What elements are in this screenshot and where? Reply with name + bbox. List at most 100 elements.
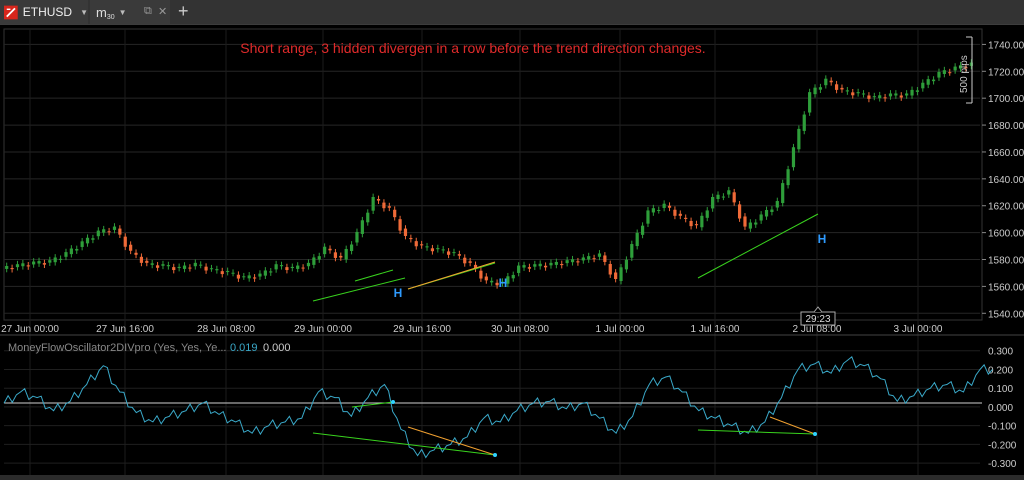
candle-body bbox=[851, 92, 855, 96]
candle-body bbox=[91, 238, 95, 240]
candle-body bbox=[894, 93, 898, 96]
price-tick-label: 1600.00 bbox=[988, 229, 1024, 240]
candle-body bbox=[921, 82, 925, 89]
candle-body bbox=[953, 66, 957, 71]
candle-body bbox=[538, 263, 542, 267]
candle-body bbox=[85, 237, 90, 244]
indicator-value-1: 0.019 bbox=[230, 342, 258, 354]
candle-body bbox=[802, 114, 806, 131]
candle-body bbox=[269, 271, 273, 273]
candle-body bbox=[204, 266, 208, 271]
candle-body bbox=[446, 251, 451, 255]
candle-body bbox=[420, 244, 424, 246]
candle-body bbox=[786, 169, 790, 186]
add-tab-icon[interactable]: + bbox=[178, 1, 189, 22]
indicator-name: MoneyFlowOscillator2DIVpro (Yes, Yes, Ye… bbox=[8, 342, 227, 354]
candle-body bbox=[398, 219, 402, 231]
x-tick-label: 28 Jun 08:00 bbox=[197, 324, 255, 335]
candle-body bbox=[818, 87, 823, 90]
oscillator-tick-label: 0.100 bbox=[988, 384, 1013, 395]
candle-body bbox=[522, 265, 526, 268]
candle-body bbox=[37, 261, 41, 264]
candle-body bbox=[603, 255, 607, 262]
chevron-down-icon[interactable]: ▼ bbox=[119, 8, 127, 17]
candle-body bbox=[549, 262, 553, 266]
candle-body bbox=[371, 196, 375, 211]
price-tick-label: 1540.00 bbox=[988, 309, 1024, 320]
chart-svg[interactable]: 27 Jun 00:00 27 Jun 16:00 28 Jun 08:00 29 J… bbox=[0, 25, 1024, 475]
candle-body bbox=[662, 203, 666, 208]
candle-body bbox=[226, 270, 230, 273]
candle-body bbox=[102, 229, 106, 233]
candle-body bbox=[517, 265, 521, 273]
tab-symbol[interactable]: ETHUSD ▼ bbox=[0, 0, 88, 24]
price-pane bbox=[3, 28, 983, 321]
divergence-marker: H bbox=[818, 232, 827, 246]
oscillator-tick-label: -0.100 bbox=[988, 422, 1017, 433]
candle-body bbox=[425, 246, 429, 248]
candle-body bbox=[565, 260, 569, 264]
external-link-icon[interactable]: ⧉ bbox=[144, 5, 152, 18]
candle-body bbox=[376, 199, 381, 201]
candle-body bbox=[252, 277, 257, 279]
chevron-down-icon[interactable]: ▼ bbox=[80, 8, 88, 17]
candle-body bbox=[651, 208, 655, 213]
candle-body bbox=[387, 206, 391, 208]
close-icon[interactable]: ✕ bbox=[158, 5, 167, 18]
x-tick-label: 2 Jul 08:00 bbox=[793, 324, 842, 335]
candle-body bbox=[306, 262, 311, 267]
candle-body bbox=[667, 205, 672, 208]
candle-body bbox=[58, 258, 63, 260]
candle-body bbox=[543, 265, 548, 268]
candle-body bbox=[64, 252, 68, 257]
candle-body bbox=[123, 236, 127, 247]
divergence-dot bbox=[391, 400, 395, 404]
oscillator-tick-label: -0.200 bbox=[988, 440, 1017, 451]
candle-body bbox=[414, 241, 418, 247]
candle-body bbox=[5, 266, 9, 269]
candle-body bbox=[236, 274, 241, 279]
candle-body bbox=[754, 222, 758, 225]
candle-body bbox=[134, 252, 138, 255]
candle-body bbox=[711, 196, 715, 209]
x-axis-labels: 27 Jun 00:00 27 Jun 16:00 28 Jun 08:00 29 J… bbox=[1, 324, 943, 335]
candle-body bbox=[840, 87, 844, 90]
brand-logo-icon bbox=[4, 5, 18, 19]
trendline-green bbox=[697, 429, 816, 435]
divergence-marker: H bbox=[499, 276, 508, 290]
tab-bar: ETHUSD ▼ m 30 ▼ ⧉ ✕ + bbox=[0, 0, 1024, 25]
divergence-marker: H bbox=[394, 286, 403, 300]
tab-timeframe[interactable]: m 30 ▼ ⧉ ✕ bbox=[90, 0, 170, 24]
candle-body bbox=[107, 231, 111, 233]
candle-body bbox=[883, 97, 887, 99]
price-tick-label: 1580.00 bbox=[988, 256, 1024, 267]
candle-body bbox=[112, 226, 117, 230]
candle-body bbox=[791, 147, 796, 168]
candle-body bbox=[948, 72, 952, 74]
candle-body bbox=[96, 230, 100, 237]
candle-body bbox=[129, 244, 133, 251]
candle-body bbox=[344, 248, 348, 260]
candle-body bbox=[624, 259, 629, 270]
candle-body bbox=[215, 269, 219, 271]
candle-body bbox=[296, 265, 300, 269]
candle-body bbox=[834, 84, 839, 90]
candle-body bbox=[770, 209, 774, 213]
x-tick-label: 29 Jun 00:00 bbox=[294, 324, 352, 335]
candle-body bbox=[393, 209, 397, 218]
timeframe-number: 30 bbox=[106, 13, 115, 21]
candle-body bbox=[781, 183, 785, 204]
candle-body bbox=[21, 263, 25, 267]
candle-body bbox=[872, 96, 876, 98]
candle-body bbox=[743, 216, 747, 227]
candle-body bbox=[630, 244, 634, 258]
candle-body bbox=[360, 220, 364, 234]
candle-body bbox=[926, 79, 930, 85]
candle-body bbox=[53, 257, 57, 263]
candle-body bbox=[511, 274, 515, 279]
candle-body bbox=[457, 254, 461, 256]
annotation-text: Short range, 3 hidden divergen in a row … bbox=[240, 40, 705, 56]
candle-body bbox=[328, 248, 332, 251]
candle-body bbox=[177, 266, 181, 269]
candle-body bbox=[942, 70, 946, 74]
